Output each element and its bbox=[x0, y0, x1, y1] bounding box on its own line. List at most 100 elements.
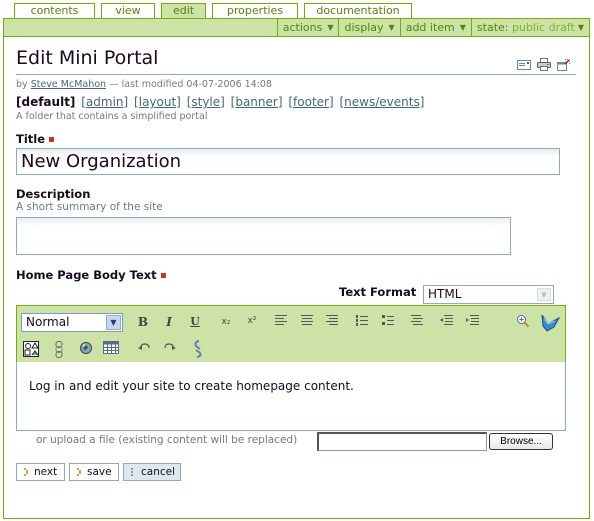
align-center-icon bbox=[301, 315, 313, 325]
tab-properties[interactable]: properties bbox=[212, 3, 298, 19]
title-input[interactable]: New Organization bbox=[16, 148, 560, 175]
align-left-icon bbox=[275, 315, 287, 325]
subnav-link-banner[interactable]: [banner] bbox=[231, 95, 283, 109]
align-center-button[interactable] bbox=[298, 313, 316, 331]
browse-button[interactable]: Browse... bbox=[489, 433, 553, 450]
tab-contents[interactable]: contents bbox=[14, 3, 95, 19]
redo-button[interactable] bbox=[161, 340, 179, 358]
tab-view[interactable]: view bbox=[101, 3, 155, 19]
arrow-right-icon bbox=[131, 468, 133, 476]
next-button[interactable]: next bbox=[16, 463, 65, 481]
text-format-select[interactable]: HTML ▼ bbox=[423, 285, 554, 304]
print-icon[interactable] bbox=[537, 58, 551, 74]
body-text-label-text: Home Page Body Text bbox=[16, 268, 157, 282]
portal-subnav: [default] [admin] [layout] [style] [bann… bbox=[16, 95, 424, 109]
butterfly-logo-icon bbox=[541, 314, 561, 332]
text-format-value: HTML bbox=[428, 287, 462, 301]
indent-button[interactable] bbox=[463, 313, 481, 331]
title-divider bbox=[16, 74, 576, 75]
content-actions-bar: actions ▼ display ▼ add item ▼ state: publi… bbox=[3, 18, 590, 37]
outdent-icon bbox=[439, 315, 453, 325]
bulleted-list-icon bbox=[382, 315, 394, 325]
folder-description: A folder that contains a simplified port… bbox=[16, 111, 208, 122]
body-text-editor[interactable]: Log in and edit your site to create home… bbox=[16, 362, 566, 431]
tab-documentation[interactable]: documentation bbox=[304, 3, 412, 19]
paragraph-style-select[interactable]: Normal ▼ bbox=[21, 313, 123, 332]
content-tabs: contents view edit properties documentat… bbox=[14, 3, 412, 19]
kupu-logo[interactable] bbox=[539, 311, 561, 333]
undo-icon bbox=[138, 343, 150, 350]
full-screen-icon[interactable] bbox=[557, 58, 570, 74]
document-actions bbox=[517, 58, 570, 74]
align-right-icon bbox=[326, 315, 338, 325]
undo-button[interactable] bbox=[135, 340, 153, 358]
remove-link-button[interactable] bbox=[189, 338, 207, 358]
subnav-current-default: [default] bbox=[16, 95, 76, 109]
insert-image-button[interactable] bbox=[22, 339, 40, 357]
definition-list-icon bbox=[411, 315, 423, 325]
chain-link-icon bbox=[55, 341, 63, 358]
external-link-button[interactable] bbox=[77, 339, 95, 357]
subnav-link-admin[interactable]: [admin] bbox=[81, 95, 128, 109]
chevron-down-icon: ▼ bbox=[537, 288, 551, 301]
add-item-menu[interactable]: add item ▼ bbox=[399, 19, 471, 36]
numbered-list-button[interactable] bbox=[353, 313, 371, 331]
arrow-right-icon bbox=[77, 468, 81, 476]
actions-menu[interactable]: actions ▼ bbox=[276, 19, 339, 36]
save-button-label: save bbox=[87, 466, 112, 478]
subnav-link-layout[interactable]: [layout] bbox=[134, 95, 181, 109]
last-modified: — last modified 04-07-2006 14:08 bbox=[109, 79, 273, 90]
page-title: Edit Mini Portal bbox=[16, 47, 159, 69]
author-link[interactable]: Steve McMahon bbox=[31, 79, 106, 90]
indent-icon bbox=[465, 315, 479, 325]
state-menu[interactable]: state: public draft ▼ bbox=[470, 19, 589, 36]
insert-link-button[interactable] bbox=[50, 339, 68, 358]
subnav-link-footer[interactable]: [footer] bbox=[288, 95, 333, 109]
next-button-label: next bbox=[34, 466, 58, 478]
state-menu-label: state: bbox=[476, 21, 509, 34]
upload-label: or upload a file (existing content will … bbox=[36, 434, 298, 446]
description-help: A short summary of the site bbox=[16, 201, 163, 213]
description-label: Description bbox=[16, 187, 91, 201]
display-menu[interactable]: display ▼ bbox=[338, 19, 399, 36]
caret-down-icon: ▼ bbox=[388, 23, 395, 32]
description-input[interactable] bbox=[16, 217, 511, 255]
save-button[interactable]: save bbox=[69, 463, 119, 481]
caret-down-icon: ▼ bbox=[577, 23, 584, 32]
subnav-link-news-events[interactable]: [news/events] bbox=[339, 95, 424, 109]
insert-table-button[interactable] bbox=[102, 339, 120, 357]
required-icon bbox=[49, 137, 55, 142]
outdent-button[interactable] bbox=[437, 313, 455, 331]
broken-link-icon bbox=[194, 340, 202, 358]
superscript-button[interactable]: x² bbox=[243, 312, 261, 330]
align-left-button[interactable] bbox=[272, 313, 290, 331]
redo-icon bbox=[164, 343, 176, 350]
zoom-button[interactable] bbox=[514, 312, 532, 330]
actions-menu-label: actions bbox=[282, 21, 323, 34]
text-format-label: Text Format bbox=[339, 285, 417, 299]
byline-prefix: by bbox=[16, 79, 28, 90]
underline-button[interactable]: U bbox=[186, 313, 204, 331]
upload-file-input[interactable] bbox=[317, 432, 487, 451]
bulleted-list-button[interactable] bbox=[379, 313, 397, 331]
arrow-right-icon bbox=[24, 468, 28, 476]
table-icon bbox=[103, 341, 119, 354]
subscript-button[interactable]: x₂ bbox=[217, 313, 235, 331]
italic-button[interactable]: I bbox=[160, 313, 178, 331]
caret-down-icon: ▼ bbox=[327, 23, 334, 32]
editor-toolbar: Normal ▼ B I U x₂ x² bbox=[16, 305, 566, 363]
body-text-label: Home Page Body Text bbox=[16, 268, 166, 282]
caret-down-icon: ▼ bbox=[459, 23, 466, 32]
tab-edit[interactable]: edit bbox=[161, 3, 206, 19]
display-menu-label: display bbox=[344, 21, 384, 34]
paragraph-style-value: Normal bbox=[26, 315, 70, 329]
cancel-button-label: cancel bbox=[141, 466, 176, 478]
globe-icon bbox=[80, 342, 92, 354]
definition-list-button[interactable] bbox=[408, 313, 426, 331]
bold-button[interactable]: B bbox=[134, 313, 152, 331]
send-to-icon[interactable] bbox=[517, 59, 531, 73]
cancel-button[interactable]: cancel bbox=[123, 463, 181, 481]
align-right-button[interactable] bbox=[323, 313, 341, 331]
chevron-down-icon: ▼ bbox=[106, 315, 121, 330]
subnav-link-style[interactable]: [style] bbox=[187, 95, 225, 109]
